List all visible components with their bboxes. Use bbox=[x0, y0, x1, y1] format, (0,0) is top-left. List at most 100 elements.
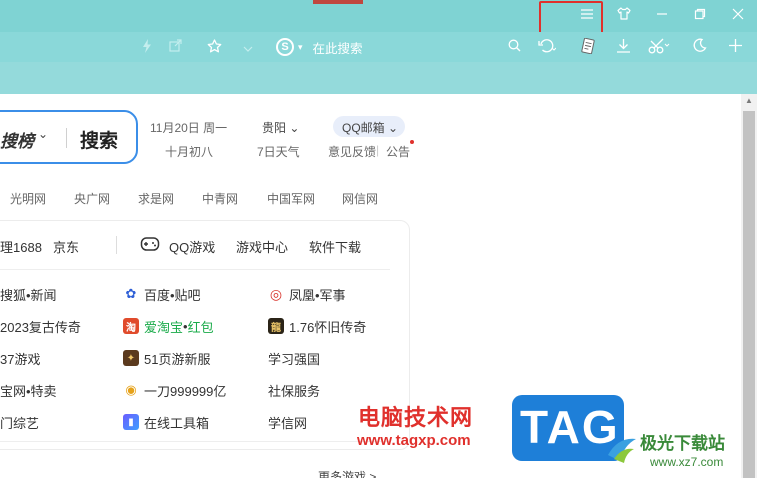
site-link[interactable]: 2023复古传奇 bbox=[0, 316, 81, 336]
share-icon bbox=[168, 39, 182, 55]
more-games-link[interactable]: 更多游戏 > bbox=[318, 468, 376, 478]
site-link[interactable]: ✦ 51页游新服 bbox=[123, 348, 210, 368]
site-label[interactable]: 社保服务 bbox=[268, 381, 320, 400]
undo-close-tab-button[interactable] bbox=[535, 36, 559, 58]
site-label[interactable]: 学习强国 bbox=[268, 349, 320, 368]
ifeng-icon: ◎ bbox=[268, 285, 284, 302]
quick-link[interactable]: QQ游戏 bbox=[169, 237, 215, 256]
search-engine-caret-icon[interactable]: ▾ bbox=[298, 42, 303, 53]
site-link[interactable]: ▮ 在线工具箱 bbox=[123, 412, 209, 432]
site-link[interactable]: 社保服务 bbox=[268, 380, 320, 400]
site-label[interactable]: 在线工具箱 bbox=[144, 413, 209, 432]
star-icon bbox=[207, 38, 222, 56]
site-label[interactable]: 门综艺 bbox=[0, 413, 39, 432]
chevron-down-icon[interactable]: ⌄ bbox=[38, 127, 48, 141]
toolbox-icon: ▮ bbox=[123, 414, 139, 430]
notification-dot bbox=[410, 140, 414, 144]
watermark-site-url: www.xz7.com bbox=[650, 455, 724, 469]
site-link[interactable]: 搜狐•新闻 bbox=[0, 284, 57, 304]
quick-link[interactable]: 软件下载 bbox=[309, 237, 361, 256]
site-label[interactable]: 2023复古传奇 bbox=[0, 317, 81, 336]
download-button[interactable] bbox=[612, 36, 634, 58]
favorite-button[interactable] bbox=[204, 36, 224, 58]
site-link[interactable]: 学信网 bbox=[268, 412, 307, 432]
taobao-icon: 淘 bbox=[123, 318, 139, 334]
site-label[interactable]: 学信网 bbox=[268, 413, 307, 432]
baidu-icon: ✿ bbox=[123, 286, 139, 302]
screenshot-button[interactable] bbox=[644, 36, 674, 58]
weather-link[interactable]: 7日天气 bbox=[257, 143, 300, 160]
search-brand[interactable]: 搜榜 bbox=[0, 127, 34, 152]
site-label[interactable]: 红包 bbox=[188, 317, 214, 336]
speed-mode-button[interactable] bbox=[138, 36, 156, 58]
share-button[interactable] bbox=[166, 36, 184, 58]
quick-link[interactable]: 游戏中心 bbox=[236, 237, 288, 256]
site-link[interactable]: 龍 1.76怀旧传奇 bbox=[268, 316, 366, 336]
restore-icon bbox=[694, 7, 706, 23]
site-link[interactable]: 学习强国 bbox=[268, 348, 320, 368]
nav-link[interactable]: 求是网 bbox=[138, 190, 174, 207]
mail-label[interactable]: QQ邮箱 ⌄ bbox=[342, 119, 398, 136]
gold-icon: ◉ bbox=[123, 382, 139, 398]
notes-button[interactable] bbox=[578, 36, 598, 58]
scroll-up-arrow-icon[interactable]: ▲ bbox=[744, 97, 754, 105]
51game-icon: ✦ bbox=[123, 350, 139, 366]
announce-link[interactable]: 公告 bbox=[386, 143, 410, 160]
gamepad-icon bbox=[140, 236, 160, 252]
site-label[interactable]: 37游戏 bbox=[0, 349, 40, 368]
site-label[interactable]: 百度•贴吧 bbox=[144, 285, 201, 304]
search-engine-icon[interactable]: S bbox=[276, 38, 294, 56]
site-link[interactable]: ✿ 百度•贴吧 bbox=[123, 284, 201, 304]
site-label[interactable]: 搜狐•新闻 bbox=[0, 285, 57, 304]
site-link[interactable]: 门综艺 bbox=[0, 412, 39, 432]
nav-link[interactable]: 中青网 bbox=[202, 190, 238, 207]
title-bar bbox=[0, 0, 757, 32]
moon-icon bbox=[692, 38, 707, 56]
active-tab-indicator[interactable] bbox=[313, 0, 363, 4]
legend-icon: 龍 bbox=[268, 318, 284, 334]
site-link[interactable]: 淘 爱淘宝 • 红包 bbox=[123, 316, 214, 336]
minimize-icon bbox=[656, 7, 668, 23]
card-divider bbox=[0, 441, 390, 442]
mail-text[interactable]: QQ邮箱 bbox=[342, 121, 385, 135]
site-label[interactable]: 1.76怀旧传奇 bbox=[289, 317, 366, 336]
site-link[interactable]: ◉ 一刀999999亿 bbox=[123, 380, 226, 400]
toolbar-search-button[interactable] bbox=[504, 36, 524, 58]
close-window-button[interactable] bbox=[724, 4, 752, 26]
new-tab-button[interactable] bbox=[724, 36, 746, 58]
toolbar-search-input[interactable]: 在此搜索 bbox=[313, 38, 363, 57]
notepad-icon bbox=[581, 37, 595, 57]
nav-link[interactable]: 网信网 bbox=[342, 190, 378, 207]
menu-button-highlight bbox=[539, 1, 603, 34]
skin-button[interactable] bbox=[610, 4, 638, 26]
nav-link[interactable]: 光明网 bbox=[10, 190, 46, 207]
site-label[interactable]: 51页游新服 bbox=[144, 349, 210, 368]
quick-link[interactable]: 理1688 bbox=[0, 237, 42, 256]
feedback-link[interactable]: 意见反馈 bbox=[328, 143, 376, 160]
site-label[interactable]: 宝网•特卖 bbox=[0, 381, 57, 400]
site-link[interactable]: 37游戏 bbox=[0, 348, 40, 368]
toolbar-search[interactable]: S ▾ 在此搜索 bbox=[276, 37, 363, 57]
city-label[interactable]: 贵阳 bbox=[262, 121, 286, 135]
city-selector[interactable]: 贵阳 ⌄ bbox=[262, 119, 299, 136]
site-link[interactable]: 宝网•特卖 bbox=[0, 380, 57, 400]
site-link[interactable]: ◎ 凤凰•军事 bbox=[268, 284, 346, 304]
nav-link[interactable]: 中国军网 bbox=[267, 190, 315, 207]
site-label[interactable]: 一刀999999亿 bbox=[144, 381, 226, 400]
search-button[interactable]: 搜索 bbox=[80, 126, 118, 153]
watermark-site-name: 极光下载站 bbox=[640, 434, 725, 453]
restore-button[interactable] bbox=[686, 4, 714, 26]
undo-icon bbox=[538, 38, 557, 56]
scrollbar-thumb[interactable] bbox=[743, 111, 755, 478]
date-text: 11月20日 周一 bbox=[150, 121, 228, 135]
site-label[interactable]: 凤凰•军事 bbox=[289, 285, 346, 304]
minimize-button[interactable] bbox=[648, 4, 676, 26]
lightning-icon bbox=[142, 38, 152, 56]
watermark-text: 电脑技术网 bbox=[358, 405, 474, 430]
quick-link[interactable]: 京东 bbox=[53, 237, 79, 256]
nav-link[interactable]: 央广网 bbox=[74, 190, 110, 207]
site-label[interactable]: 爱淘宝 bbox=[144, 317, 183, 336]
favorite-dropdown[interactable] bbox=[240, 36, 256, 58]
quick-link-text[interactable]: 1688 bbox=[13, 240, 42, 255]
night-mode-button[interactable] bbox=[688, 36, 710, 58]
